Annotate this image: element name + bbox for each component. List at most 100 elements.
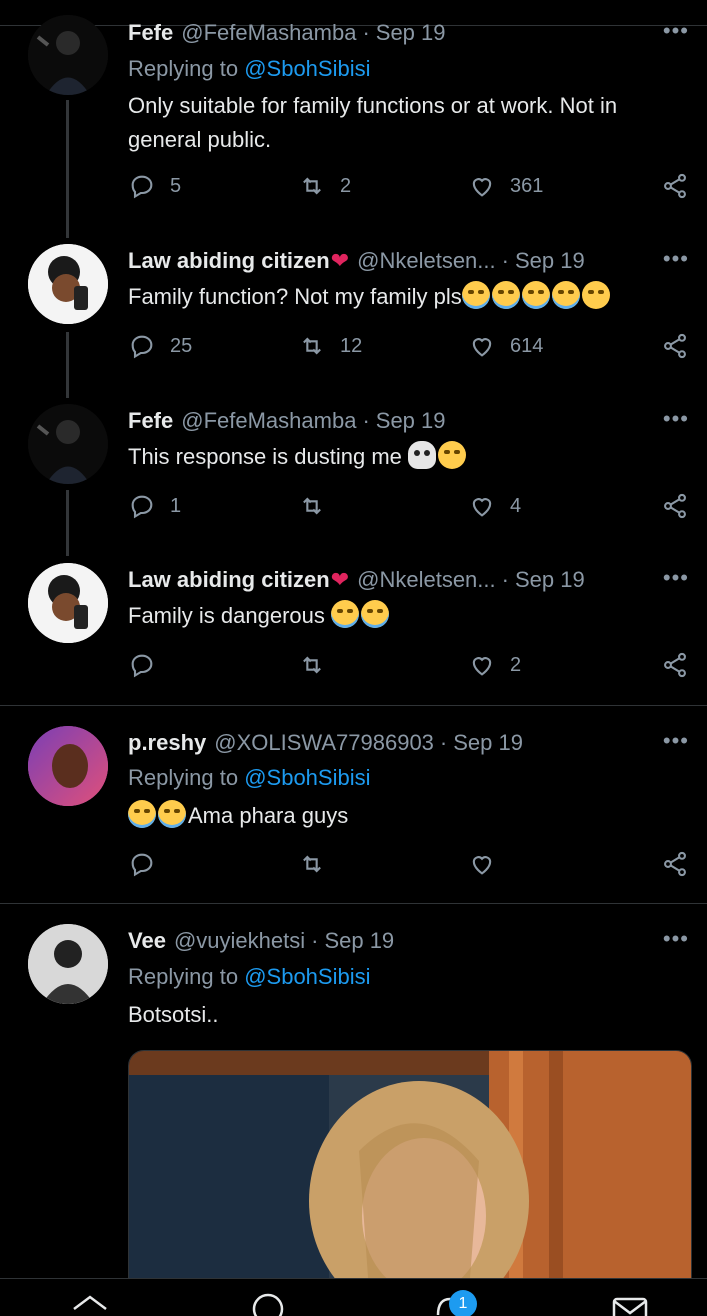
user-handle[interactable]: @Nkeletsen...	[357, 248, 496, 274]
like-count: 4	[510, 494, 522, 517]
weary-face-emoji	[438, 441, 467, 469]
loudly-crying-emoji	[128, 800, 156, 828]
skull-emoji	[408, 441, 437, 469]
tweet-date[interactable]: Sep 19	[515, 248, 585, 274]
search-icon[interactable]	[250, 1291, 290, 1316]
separator-dot: ·	[439, 730, 448, 755]
reply-icon	[131, 853, 153, 877]
messages-icon[interactable]	[610, 1291, 650, 1316]
divider	[0, 705, 707, 706]
avatar[interactable]	[28, 563, 108, 643]
tweet-date[interactable]: Sep 19	[376, 408, 446, 434]
mention-link[interactable]: @SbohSibisi	[244, 765, 370, 790]
tweet-header: Fefe @FefeMashamba · Sep 19	[128, 18, 687, 48]
retweet-button[interactable]: 2	[298, 172, 351, 200]
more-options-icon[interactable]: •••	[663, 246, 689, 272]
display-name[interactable]: Law abiding citizen	[128, 567, 330, 593]
tweet-text-row: Family is dangerous	[128, 599, 681, 633]
more-options-icon[interactable]: •••	[663, 565, 689, 591]
tweet-actions: 2	[128, 651, 693, 687]
retweet-count: 12	[340, 334, 363, 357]
more-options-icon[interactable]: •••	[663, 926, 689, 952]
retweet-button[interactable]: 12	[298, 332, 362, 360]
retweet-icon	[303, 497, 321, 515]
reply-button[interactable]: 1	[128, 492, 181, 520]
mention-link[interactable]: @SbohSibisi	[244, 964, 370, 989]
user-handle[interactable]: @FefeMashamba	[181, 408, 356, 434]
tweet-actions	[128, 850, 693, 886]
share-button[interactable]	[661, 850, 703, 878]
reply-count: 25	[170, 334, 193, 357]
display-name[interactable]: Fefe	[128, 408, 173, 434]
avatar[interactable]	[28, 15, 108, 95]
tweet-text-row: This response is dusting me	[128, 440, 681, 474]
like-button[interactable]: 4	[468, 492, 521, 520]
share-button[interactable]	[661, 651, 703, 679]
share-button[interactable]	[661, 332, 703, 360]
avatar[interactable]	[28, 924, 108, 1004]
avatar[interactable]	[28, 404, 108, 484]
tweet-text: Botsotsi..	[128, 1002, 219, 1027]
tweet-media-gif[interactable]	[128, 1050, 692, 1278]
reply-feed: Fefe @FefeMashamba · Sep 19 ••• Replying…	[0, 0, 707, 1278]
replying-to: Replying to @SbohSibisi	[128, 964, 371, 990]
reply-button[interactable]	[128, 651, 170, 679]
tweet-text: Family function? Not my family pls	[128, 284, 462, 309]
tweet-actions: 1 4	[128, 492, 693, 528]
retweet-button[interactable]	[298, 492, 340, 520]
more-options-icon[interactable]: •••	[663, 728, 689, 754]
reply-button[interactable]	[128, 850, 170, 878]
share-icon	[664, 333, 686, 359]
avatar[interactable]	[28, 244, 108, 324]
like-button[interactable]: 2	[468, 651, 521, 679]
share-button[interactable]	[661, 492, 703, 520]
share-button[interactable]	[661, 172, 703, 200]
loudly-crying-emoji	[491, 281, 520, 309]
thread-line	[66, 332, 69, 398]
tweet-actions: 25 12 614	[128, 332, 693, 368]
tweet-date[interactable]: Sep 19	[515, 567, 585, 593]
like-button[interactable]: 361	[468, 172, 543, 200]
share-icon	[664, 173, 686, 199]
user-handle[interactable]: @Nkeletsen...	[357, 567, 496, 593]
avatar[interactable]	[28, 726, 108, 806]
user-handle[interactable]: @FefeMashamba	[181, 20, 356, 46]
more-options-icon[interactable]: •••	[663, 406, 689, 432]
mention-link[interactable]: @SbohSibisi	[244, 56, 370, 81]
share-icon	[664, 493, 686, 519]
like-button[interactable]	[468, 850, 510, 878]
tweet-date[interactable]: Sep 19	[376, 20, 446, 46]
tweet-text: Ama phara guys	[188, 803, 349, 828]
like-button[interactable]: 614	[468, 332, 543, 360]
home-icon[interactable]	[70, 1291, 110, 1316]
loudly-crying-emoji	[551, 281, 580, 309]
tweet-text-row: Ama phara guys	[128, 799, 681, 833]
reply-icon	[131, 495, 153, 519]
replying-to: Replying to @SbohSibisi	[128, 765, 371, 791]
thread-line	[66, 490, 69, 556]
user-handle[interactable]: @vuyiekhetsi	[174, 928, 305, 954]
retweet-button[interactable]	[298, 651, 340, 679]
display-name[interactable]: Law abiding citizen	[128, 248, 330, 274]
tweet-header: Law abiding citizen ❤ @Nkeletsen... · Se…	[128, 246, 687, 276]
display-name[interactable]: p.reshy	[128, 730, 206, 756]
tweet-date[interactable]: Sep 19	[324, 928, 394, 954]
more-options-icon[interactable]: •••	[663, 18, 689, 44]
reply-button[interactable]: 25	[128, 332, 192, 360]
reply-count: 5	[170, 174, 182, 197]
display-name[interactable]: Fefe	[128, 20, 173, 46]
user-handle[interactable]: @XOLISWA77986903	[214, 730, 434, 756]
bottom-navigation	[0, 1278, 707, 1316]
share-icon	[664, 652, 686, 678]
heart-icon	[472, 178, 492, 197]
separator-dot: ·	[362, 408, 370, 433]
retweet-button[interactable]	[298, 850, 340, 878]
red-heart-emoji: ❤	[330, 248, 350, 273]
tweet-text: Only suitable for family functions or at…	[128, 93, 618, 152]
reply-button[interactable]: 5	[128, 172, 181, 200]
separator-dot: ·	[362, 20, 370, 45]
display-name[interactable]: Vee	[128, 928, 166, 954]
tweet-header: p.reshy @XOLISWA77986903 · Sep 19	[128, 728, 687, 758]
tweet-date[interactable]: Sep 19	[453, 730, 523, 756]
share-icon	[664, 851, 686, 877]
